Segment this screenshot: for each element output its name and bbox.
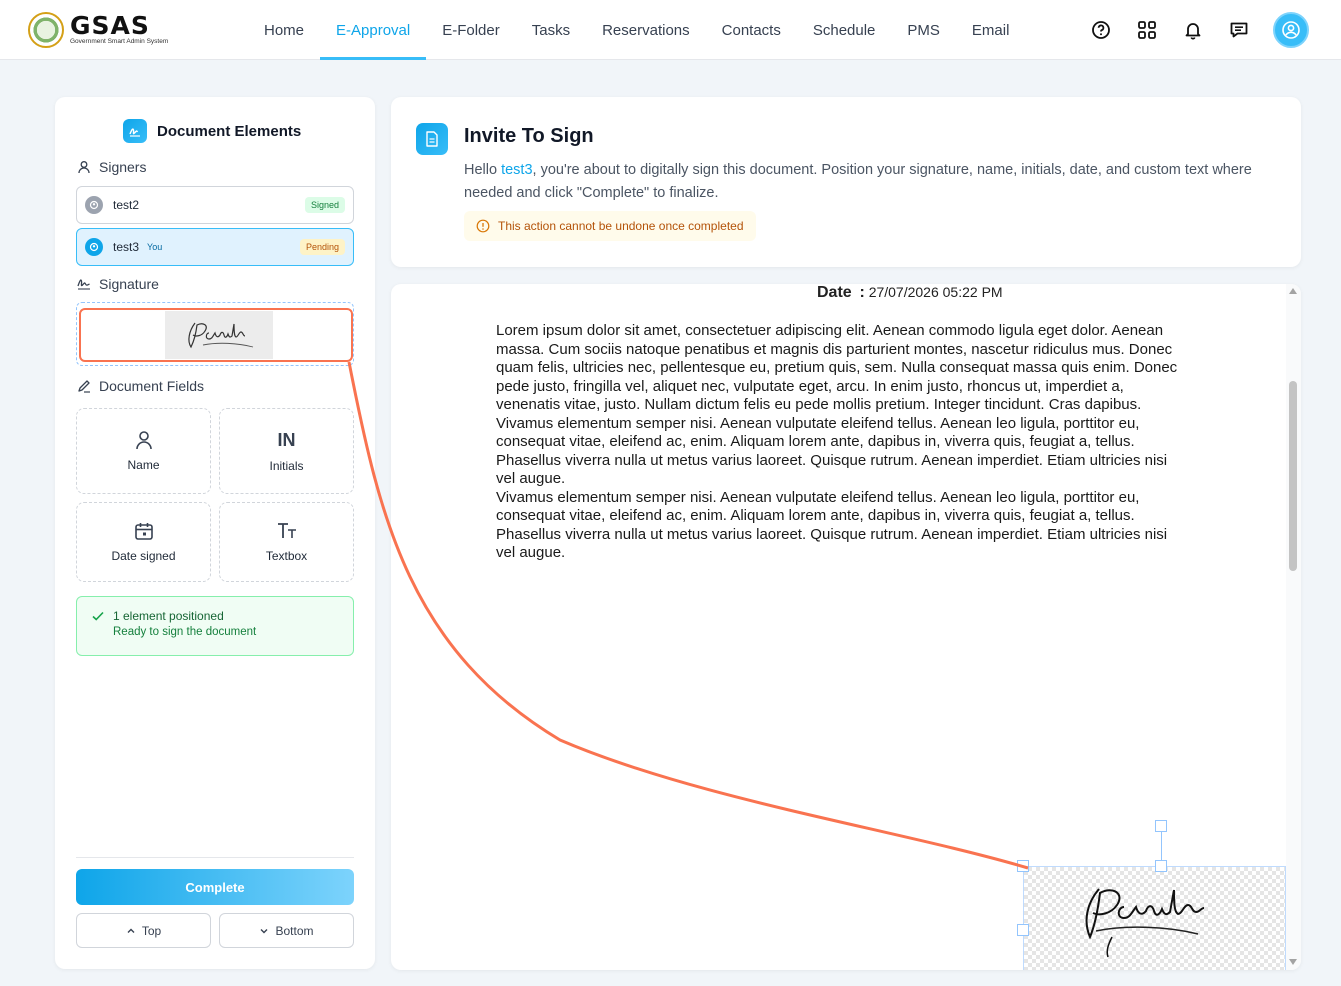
signature-dropzone — [76, 302, 354, 366]
user-avatar-icon[interactable] — [1273, 12, 1309, 48]
signature-heading: Signature — [77, 276, 159, 292]
signers-heading: Signers — [77, 159, 146, 175]
document-fields-label: Document Fields — [99, 378, 205, 394]
document-paragraph: Lorem ipsum dolor sit amet, consectetuer… — [496, 322, 1178, 487]
rotate-handle[interactable] — [1155, 820, 1167, 832]
signer-avatar-icon — [85, 238, 103, 256]
nav-email[interactable]: Email — [956, 0, 1026, 60]
field-name[interactable]: Name — [76, 408, 211, 494]
chevron-up-icon — [127, 928, 135, 933]
field-name-label: Name — [127, 458, 160, 472]
status-badge-pending: Pending — [299, 239, 345, 255]
chevron-down-icon — [260, 928, 268, 933]
status-title: 1 element positioned — [113, 609, 224, 623]
nav-tasks[interactable]: Tasks — [516, 0, 586, 60]
warning-text: This action cannot be undone once comple… — [498, 219, 744, 233]
field-initials[interactable]: IN Initials — [219, 408, 354, 494]
resize-handle[interactable] — [1017, 860, 1029, 872]
field-date-label: Date signed — [111, 549, 176, 563]
pencil-icon — [78, 380, 90, 393]
signature-label: Signature — [99, 276, 159, 292]
document-paragraph: Vivamus elementum semper nisi. Aenean vu… — [496, 488, 1168, 562]
invite-username: test3 — [501, 162, 533, 178]
placed-signature[interactable] — [1023, 866, 1286, 970]
scroll-bottom-button[interactable]: Bottom — [219, 913, 354, 948]
document-date: Date : 27/07/2026 05:22 PM — [817, 284, 1003, 302]
nav-e-approval[interactable]: E-Approval — [320, 0, 427, 60]
nav-home[interactable]: Home — [248, 0, 320, 60]
field-date-signed[interactable]: Date signed — [76, 502, 211, 582]
nav-contacts[interactable]: Contacts — [706, 0, 797, 60]
signature-icon — [77, 279, 90, 290]
signature-image — [1085, 888, 1205, 958]
panel-title-text: Document Elements — [157, 122, 302, 140]
nav-reservations[interactable]: Reservations — [586, 0, 706, 60]
top-bar: GSAS Government Smart Admin System Home … — [0, 0, 1341, 60]
invite-message: Hello test3, you're about to digitally s… — [464, 159, 1264, 205]
initials-icon: IN — [277, 429, 296, 450]
invite-text-before: Hello — [464, 162, 502, 178]
status-subtitle: Ready to sign the document — [113, 626, 257, 638]
logo[interactable]: GSAS Government Smart Admin System — [28, 12, 168, 48]
signature-thumbnail — [165, 311, 273, 359]
logo-emblem-icon — [28, 12, 64, 48]
field-textbox-label: Textbox — [265, 549, 308, 563]
date-label: Date — [817, 284, 852, 301]
text-icon — [277, 523, 296, 538]
help-icon[interactable] — [1089, 18, 1113, 42]
invite-text-after: , you're about to digitally sign this do… — [464, 162, 1252, 201]
document-elements-panel: Document Elements Signers test2 Signed t… — [55, 97, 375, 969]
status-badge-signed: Signed — [304, 197, 345, 213]
divider — [76, 857, 354, 858]
document-body: Lorem ipsum dolor sit amet, consectetuer… — [496, 322, 1186, 563]
user-icon — [78, 161, 90, 174]
signers-label: Signers — [99, 159, 147, 175]
signature-doc-icon — [123, 119, 147, 143]
date-separator: : — [859, 284, 865, 301]
scrollbar-thumb[interactable] — [1289, 381, 1297, 571]
bell-icon[interactable] — [1181, 18, 1205, 42]
logo-title: GSAS — [70, 11, 150, 40]
info-icon — [476, 219, 490, 233]
field-textbox[interactable]: Textbox — [219, 502, 354, 582]
resize-handle[interactable] — [1155, 860, 1167, 872]
document-fields-heading: Document Fields — [77, 378, 204, 394]
positioned-status: 1 element positioned Ready to sign the d… — [76, 596, 354, 656]
signer-name: test2 — [113, 198, 140, 212]
apps-grid-icon[interactable] — [1135, 18, 1159, 42]
user-icon — [135, 431, 152, 450]
logo-subtitle: Government Smart Admin System — [70, 38, 169, 45]
you-tag: You — [147, 242, 163, 252]
nav-e-folder[interactable]: E-Folder — [426, 0, 516, 60]
nav-pms[interactable]: PMS — [891, 0, 956, 60]
scroll-up-arrow-icon[interactable] — [1289, 288, 1297, 294]
signer-avatar-icon — [85, 196, 103, 214]
check-icon — [92, 611, 104, 621]
chat-icon[interactable] — [1227, 18, 1251, 42]
warning-banner: This action cannot be undone once comple… — [464, 211, 756, 241]
panel-title: Document Elements — [123, 119, 301, 143]
calendar-icon — [134, 523, 153, 540]
main-nav: Home E-Approval E-Folder Tasks Reservati… — [248, 0, 1025, 60]
signature-card[interactable] — [79, 308, 353, 362]
signer-row-test2[interactable]: test2 Signed — [76, 186, 354, 224]
invite-title: Invite To Sign — [464, 125, 594, 147]
field-initials-label: Initials — [269, 458, 304, 473]
signer-row-test3[interactable]: test3 You Pending — [76, 228, 354, 266]
document-icon — [416, 123, 448, 155]
signer-name: test3 — [113, 240, 140, 254]
scroll-top-button[interactable]: Top — [76, 913, 211, 948]
bottom-label: Bottom — [275, 923, 314, 938]
nav-schedule[interactable]: Schedule — [797, 0, 892, 60]
rotate-handle-line — [1161, 832, 1162, 860]
complete-button[interactable]: Complete — [76, 869, 354, 905]
invite-card: Invite To Sign Hello test3, you're about… — [391, 97, 1301, 267]
document-viewer[interactable]: Date : 27/07/2026 05:22 PM Lorem ipsum d… — [391, 284, 1301, 970]
date-value: 27/07/2026 05:22 PM — [868, 284, 1003, 300]
top-label: Top — [141, 923, 162, 938]
resize-handle[interactable] — [1017, 924, 1029, 936]
scroll-down-arrow-icon[interactable] — [1289, 959, 1297, 965]
